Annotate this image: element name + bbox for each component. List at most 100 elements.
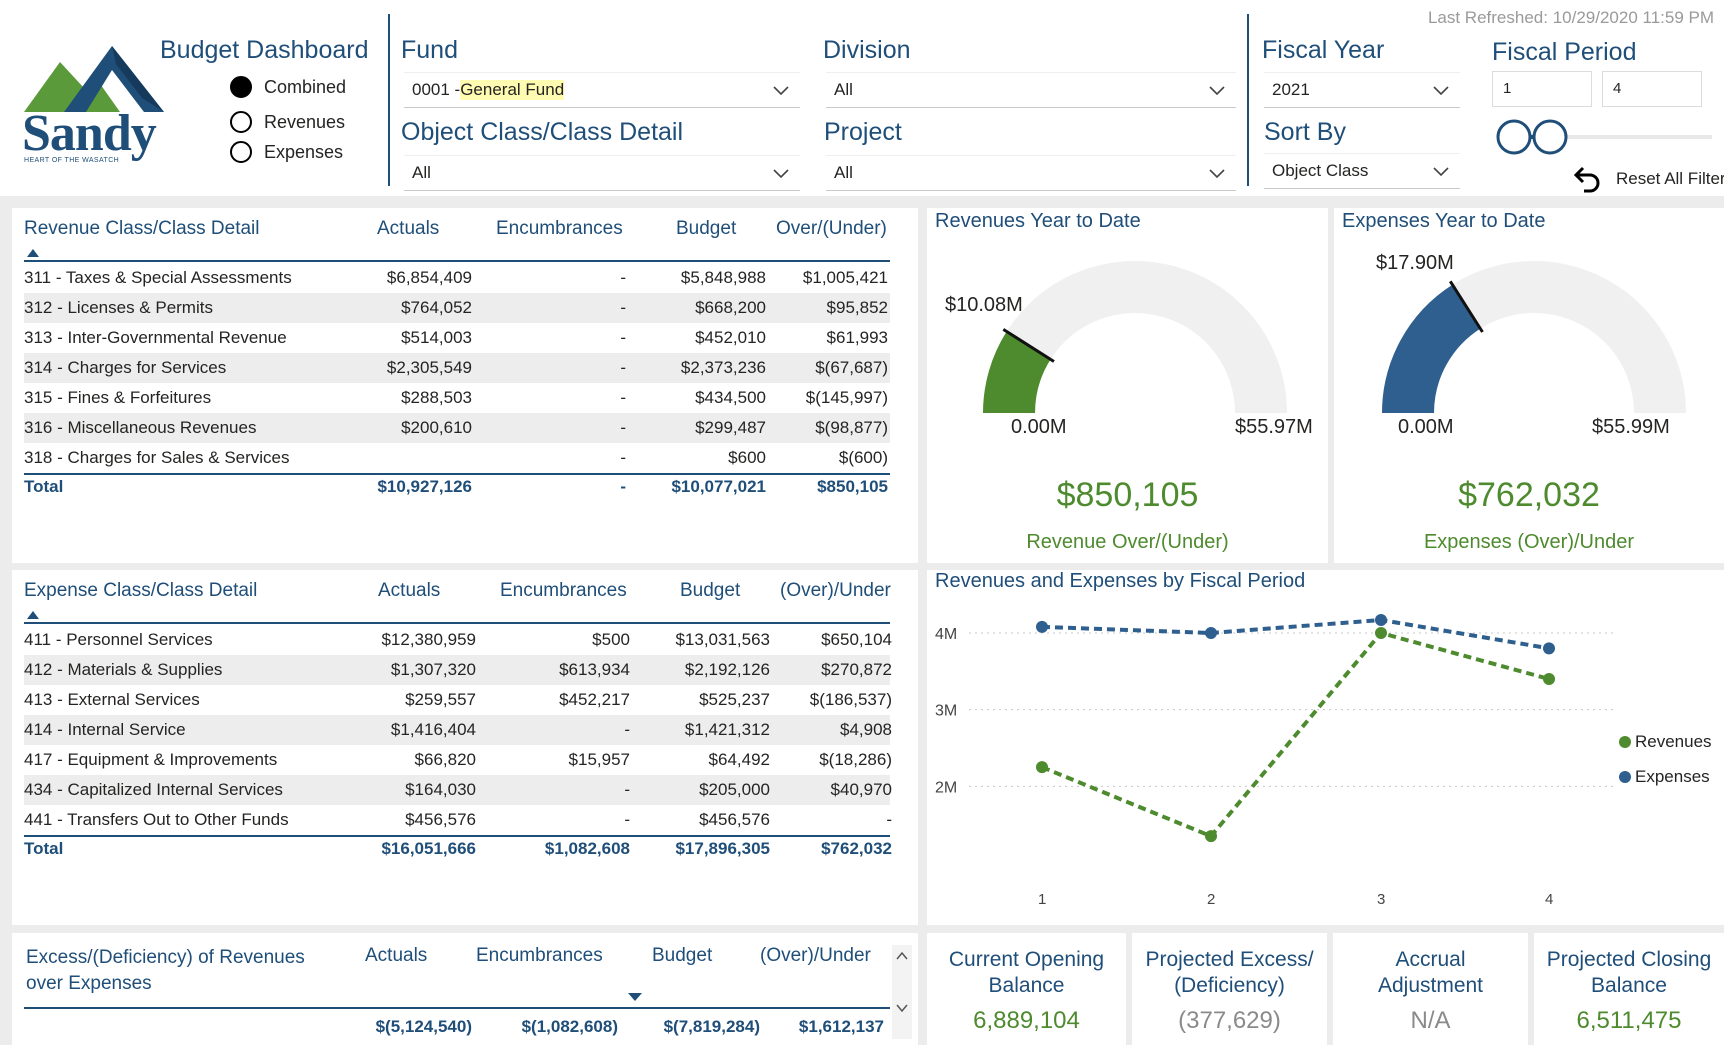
table-cell: 316 - Miscellaneous Revenues bbox=[24, 418, 257, 437]
reset-all-filters-button[interactable]: Reset All Filters bbox=[1572, 165, 1724, 193]
table-row[interactable]: 441 - Transfers Out to Other Funds $456,5… bbox=[24, 805, 892, 835]
col-header[interactable]: Encumbrances bbox=[496, 218, 623, 240]
radio-label: Revenues bbox=[264, 111, 346, 132]
revenue-gauge bbox=[983, 261, 1287, 414]
y-tick-label: 2M bbox=[935, 779, 957, 796]
table-cell: 314 - Charges for Services bbox=[24, 358, 227, 377]
col-header[interactable]: Actuals bbox=[377, 218, 439, 240]
card-title: Projected Excess/(Deficiency) bbox=[1145, 948, 1314, 997]
table-row[interactable]: 414 - Internal Service $1,416,404 - $1,421,… bbox=[24, 715, 892, 745]
separator bbox=[388, 14, 390, 186]
table-cell: $456,576 bbox=[405, 810, 476, 829]
table-row[interactable]: 434 - Capitalized Internal Services $164,… bbox=[24, 775, 892, 805]
header-bar: Sandy HEART OF THE WASATCH Budget Dashbo… bbox=[0, 0, 1724, 196]
fiscal-period-to-input[interactable]: 4 bbox=[1602, 71, 1702, 107]
radio-combined[interactable]: Combined bbox=[230, 76, 346, 98]
table-row[interactable]: 413 - External Services $259,557 $452,217 $… bbox=[24, 685, 892, 715]
table-cell: - bbox=[886, 810, 892, 829]
table-cell: $500 bbox=[592, 630, 630, 649]
table-cell: - bbox=[624, 720, 630, 739]
col-header[interactable]: Encumbrances bbox=[500, 580, 627, 602]
table-cell: $164,030 bbox=[405, 780, 476, 799]
table-cell: - bbox=[620, 418, 626, 437]
col-header[interactable]: Budget bbox=[652, 945, 712, 967]
revenue-gauge-title: Revenues Year to Date bbox=[935, 210, 1141, 232]
table-cell: $1,307,320 bbox=[390, 660, 476, 679]
table-row[interactable]: 411 - Personnel Services $12,380,959 $500 $… bbox=[24, 625, 892, 655]
table-row[interactable]: 412 - Materials & Supplies $1,307,320 $613… bbox=[24, 655, 892, 685]
col-header[interactable]: Encumbrances bbox=[476, 945, 603, 967]
card-value: (377,629) bbox=[1178, 1007, 1281, 1034]
object-class-dropdown[interactable]: All bbox=[404, 155, 800, 191]
radio-revenues[interactable]: Revenues bbox=[230, 111, 345, 133]
fiscal-year-dropdown[interactable]: 2021 bbox=[1264, 72, 1460, 108]
x-tick-label: 3 bbox=[1377, 891, 1385, 908]
col-header[interactable]: Over/(Under) bbox=[776, 218, 887, 240]
col-header[interactable]: Actuals bbox=[378, 580, 440, 602]
card-closing-balance: Projected Closing Balance 6,511,475 bbox=[1534, 933, 1724, 1045]
table-row[interactable]: 315 - Fines & Forfeitures $288,503 - $434,5… bbox=[24, 383, 890, 413]
table-cell: $64,492 bbox=[708, 750, 770, 769]
table-cell: $12,380,959 bbox=[381, 630, 476, 649]
scrollbar[interactable] bbox=[892, 945, 912, 1039]
sort-asc-icon[interactable] bbox=[26, 248, 40, 258]
col-header[interactable]: Budget bbox=[680, 580, 740, 602]
fiscal-year-label: Fiscal Year bbox=[1262, 36, 1385, 64]
legend-revenues[interactable]: Revenues bbox=[1619, 732, 1712, 752]
fiscal-period-from-input[interactable]: 1 bbox=[1492, 71, 1592, 107]
legend-marker-icon bbox=[1619, 771, 1631, 783]
table-cell: $15,957 bbox=[568, 750, 630, 769]
table-row[interactable]: 314 - Charges for Services $2,305,549 - $2,… bbox=[24, 353, 890, 383]
total-cell: $1,082,608 bbox=[544, 839, 630, 858]
object-class-value: All bbox=[412, 163, 431, 182]
table-cell: $299,487 bbox=[695, 418, 766, 437]
fiscal-period-label: Fiscal Period bbox=[1492, 38, 1637, 66]
gauge-track bbox=[983, 261, 1287, 414]
col-header[interactable]: Revenue Class/Class Detail bbox=[24, 218, 260, 240]
chevron-down-icon bbox=[1209, 169, 1225, 179]
table-cell: $613,934 bbox=[559, 660, 630, 679]
legend-label: Expenses bbox=[1635, 767, 1710, 786]
sort-asc-icon[interactable] bbox=[26, 610, 40, 620]
col-header[interactable]: (Over)/Under bbox=[780, 580, 891, 602]
fund-value-prefix: 0001 - bbox=[412, 80, 461, 99]
radio-selected-icon bbox=[230, 76, 252, 98]
col-header[interactable]: Budget bbox=[676, 218, 736, 240]
table-row[interactable]: 313 - Inter-Governmental Revenue $514,003… bbox=[24, 323, 890, 353]
sort-desc-icon[interactable] bbox=[626, 991, 644, 1003]
table-row[interactable]: 311 - Taxes & Special Assessments $6,854,… bbox=[24, 263, 890, 293]
table-row[interactable]: 318 - Charges for Sales & Services - $600 $… bbox=[24, 443, 890, 473]
expense-gauge-panel: Expenses Year to Date $17.90M 0.00M $55.… bbox=[1334, 208, 1724, 563]
fund-dropdown[interactable]: 0001 - General Fund bbox=[404, 72, 800, 108]
table-cell: $95,852 bbox=[826, 298, 888, 317]
division-dropdown[interactable]: All bbox=[826, 72, 1236, 108]
table-row[interactable]: 312 - Licenses & Permits $764,052 - $668,20… bbox=[24, 293, 890, 323]
table-cell: $(18,286) bbox=[819, 750, 892, 769]
sort-by-dropdown[interactable]: Object Class bbox=[1264, 153, 1460, 189]
table-row[interactable]: 316 - Miscellaneous Revenues $200,610 - $29… bbox=[24, 413, 890, 443]
table-cell: - bbox=[620, 358, 626, 377]
gauge-fill bbox=[1382, 284, 1482, 414]
table-cell: $205,000 bbox=[699, 780, 770, 799]
revenue-over-under-label: Revenue Over/(Under) bbox=[1026, 531, 1229, 553]
fiscal-year-value: 2021 bbox=[1272, 80, 1310, 99]
sort-by-value: Object Class bbox=[1272, 161, 1369, 180]
table-cell: $200,610 bbox=[401, 418, 472, 437]
project-dropdown[interactable]: All bbox=[826, 155, 1236, 191]
table-cell: 315 - Fines & Forfeitures bbox=[24, 388, 212, 407]
division-label: Division bbox=[823, 36, 911, 64]
table-cell: $(145,997) bbox=[805, 388, 888, 407]
col-header[interactable]: Expense Class/Class Detail bbox=[24, 580, 257, 602]
col-header[interactable]: Actuals bbox=[365, 945, 427, 967]
table-row[interactable]: 417 - Equipment & Improvements $66,820 $15… bbox=[24, 745, 892, 775]
revenue-gauge-min-label: 0.00M bbox=[1011, 416, 1067, 438]
radio-expenses[interactable]: Expenses bbox=[230, 141, 343, 163]
total-cell: $16,051,666 bbox=[381, 839, 476, 858]
expense-gauge-title: Expenses Year to Date bbox=[1342, 210, 1546, 232]
gauge-fill bbox=[983, 331, 1052, 414]
col-header[interactable]: (Over)/Under bbox=[760, 945, 871, 967]
legend-expenses[interactable]: Expenses bbox=[1619, 767, 1710, 787]
table-cell: 413 - External Services bbox=[24, 690, 200, 709]
series-line bbox=[1041, 617, 1550, 651]
fiscal-period-slider[interactable] bbox=[1492, 118, 1714, 158]
